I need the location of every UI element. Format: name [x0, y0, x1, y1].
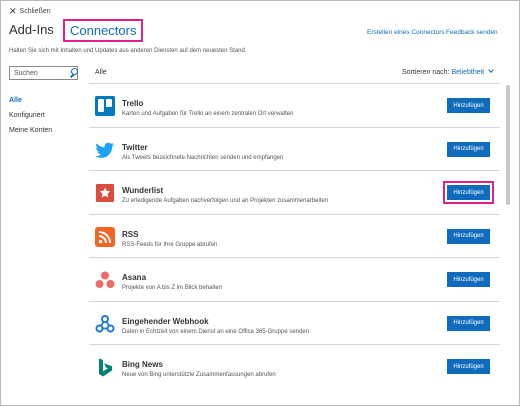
connector-row-asana: Asana Projekte von A bis Z im Blick beha…	[89, 257, 500, 301]
sort-label: Sortieren nach:	[402, 69, 450, 76]
bing-icon	[99, 358, 113, 377]
sidebar: Alle Konfiguriert Meine Konten	[9, 97, 52, 142]
feedback-link[interactable]: Feedback senden	[446, 29, 498, 36]
filter-label: Alle	[95, 69, 107, 76]
wunderlist-icon	[96, 184, 114, 202]
connector-row-wunderlist: Wunderlist Zu erledigende Aufgaben nachv…	[89, 170, 500, 214]
search-input[interactable]	[14, 69, 66, 77]
connector-description: Neue von Bing unterstützte Zusammenfassu…	[122, 372, 276, 378]
sort-control[interactable]: Sortieren nach: Beliebtheit	[402, 67, 494, 76]
connector-description: Daten in Echtzeit von einem Dienst an ei…	[122, 328, 310, 335]
tab-connectors[interactable]: Connectors	[63, 19, 144, 42]
sort-value[interactable]: Beliebtheit	[451, 69, 484, 76]
connector-description: Zu erledigende Aufgaben nachverfolgen un…	[122, 198, 329, 204]
search-box	[9, 66, 78, 80]
close-icon: ✕	[9, 6, 17, 16]
connector-name: Twitter	[122, 142, 148, 152]
tab-addins[interactable]: Add-Ins	[9, 22, 54, 37]
asana-icon	[95, 271, 115, 288]
close-label: Schließen	[19, 8, 51, 15]
search-icon[interactable]	[68, 67, 78, 79]
twitter-icon	[95, 142, 114, 158]
connector-description: Karten und Aufgaben für Trello an einem …	[122, 111, 294, 117]
add-bing-news-button[interactable]: Hinzufügen	[447, 359, 490, 374]
connector-row-bing-news: Bing News Neue von Bing unterstützte Zus…	[89, 344, 500, 383]
add-asana-button[interactable]: Hinzufügen	[447, 272, 490, 287]
trello-icon	[95, 96, 115, 116]
connector-row-trello: Trello Karten und Aufgaben für Trello an…	[89, 83, 500, 127]
sidebar-item-my-accounts[interactable]: Meine Konten	[9, 127, 52, 134]
webhook-icon	[95, 314, 115, 332]
connector-name: Trello	[122, 99, 144, 108]
page-description: Halten Sie sich mit Inhalten und Updates…	[9, 48, 247, 54]
add-webhook-button[interactable]: Hinzufügen	[447, 315, 490, 331]
scrollbar[interactable]	[505, 83, 511, 383]
connector-list: Trello Karten und Aufgaben für Trello an…	[89, 83, 500, 383]
add-wunderlist-button[interactable]: Hinzufügen	[443, 181, 494, 204]
connector-description: RSS-Feeds für Ihre Gruppe abrufen	[122, 241, 218, 248]
add-rss-button[interactable]: Hinzufügen	[447, 228, 490, 244]
connector-row-rss: RSS RSS-Feeds für Ihre Gruppe abrufen Hi…	[89, 213, 500, 258]
connector-description: Projekte von A bis Z im Blick behalten	[122, 285, 223, 291]
add-trello-button[interactable]: Hinzufügen	[447, 98, 490, 113]
sidebar-item-configured[interactable]: Konfiguriert	[9, 112, 52, 119]
create-connector-link[interactable]: Erstellen eines Connectors	[367, 29, 445, 36]
chevron-down-icon	[488, 67, 494, 73]
connector-row-twitter: Twitter Als Tweets bezeichnete Nachricht…	[89, 126, 500, 171]
connector-name: Asana	[122, 273, 147, 282]
close-button[interactable]: ✕ Schließen	[9, 6, 51, 17]
sidebar-item-all[interactable]: Alle	[9, 97, 52, 104]
connector-description: Als Tweets bezeichnete Nachrichten sende…	[122, 154, 284, 161]
add-twitter-button[interactable]: Hinzufügen	[447, 141, 490, 157]
connector-name: Bing News	[122, 360, 163, 369]
connector-name: Eingehender Webhook	[122, 316, 209, 326]
scrollbar-thumb[interactable]	[506, 85, 510, 205]
rss-icon	[95, 226, 115, 247]
connector-name: RSS	[122, 229, 139, 239]
connector-row-webhook: Eingehender Webhook Daten in Echtzeit vo…	[89, 300, 500, 345]
connector-name: Wunderlist	[122, 186, 164, 195]
